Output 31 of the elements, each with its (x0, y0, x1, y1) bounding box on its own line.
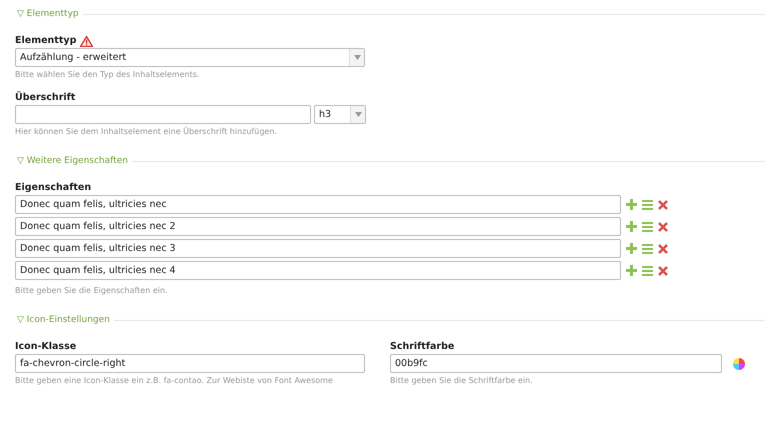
input-field[interactable]: fa-chevron-circle-right (15, 354, 365, 373)
help-text: Bitte geben Sie die Schriftfarbe ein. (390, 376, 534, 385)
input-field[interactable]: 00b9fc (390, 354, 722, 373)
help-text: Bitte geben eine Icon-Klasse ein z.B. fa-contao. Zur Webiste von Font Awesome (15, 376, 334, 385)
help-text: Bitte geben Sie die Eigenschaften ein. (15, 286, 169, 295)
delete-icon[interactable] (658, 244, 668, 254)
input-field[interactable]: Donec quam felis, ultricies nec 3 (15, 239, 621, 258)
drag-handle-icon[interactable] (642, 266, 653, 276)
delete-icon[interactable] (658, 266, 668, 276)
plus-icon[interactable] (626, 243, 637, 254)
delete-icon[interactable] (658, 200, 668, 210)
field-label: Schriftfarbe (390, 341, 456, 352)
field-label: Elementtyp (15, 35, 76, 46)
drag-handle-icon[interactable] (642, 222, 653, 232)
help-text: Hier können Sie dem Inhaltselement eine Überschrift hinzufügen. (15, 127, 278, 136)
select-field[interactable]: h3 (314, 105, 366, 124)
drag-handle-icon[interactable] (642, 244, 653, 254)
help-text: Bitte wählen Sie den Typ des Inhaltselements. (15, 70, 200, 79)
plus-icon[interactable] (626, 221, 637, 232)
input-field[interactable]: Donec quam felis, ultricies nec 2 (15, 217, 621, 236)
drag-handle-icon[interactable] (642, 200, 653, 210)
input-field[interactable]: Donec quam felis, ultricies nec (15, 195, 621, 214)
color-picker-icon[interactable] (733, 358, 745, 370)
delete-icon[interactable] (658, 222, 668, 232)
field-label: Icon-Klasse (15, 341, 78, 352)
input-field[interactable]: Donec quam felis, ultricies nec 4 (15, 261, 621, 280)
select-field[interactable]: Aufzählung - erweitert (15, 48, 365, 67)
field-label: Überschrift (15, 92, 76, 103)
plus-icon[interactable] (626, 199, 637, 210)
field-label: Eigenschaften (15, 182, 92, 193)
plus-icon[interactable] (626, 265, 637, 276)
